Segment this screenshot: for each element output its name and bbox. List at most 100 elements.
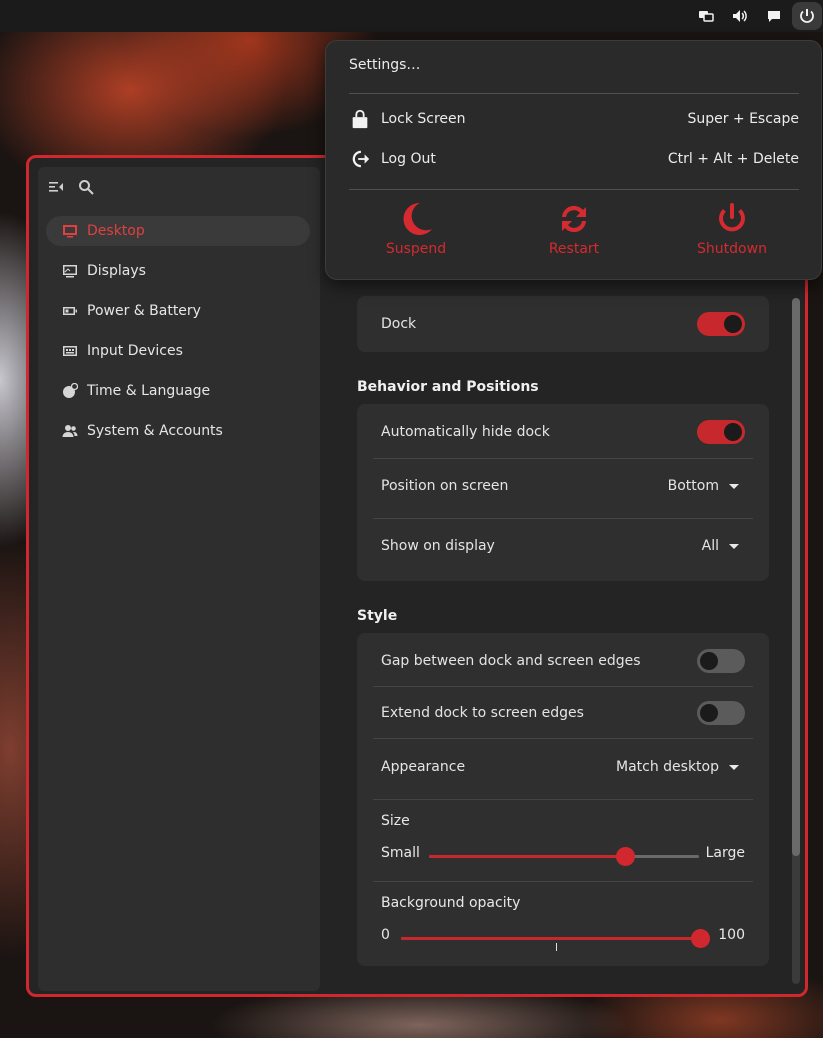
- logout-icon: [352, 150, 370, 168]
- opacity-slider-thumb[interactable]: [691, 929, 710, 948]
- lock-shortcut: Super + Escape: [687, 111, 799, 127]
- size-max-label: Large: [705, 845, 745, 861]
- chevron-down-icon: [729, 764, 739, 770]
- divider: [349, 189, 799, 190]
- extend-label: Extend dock to screen edges: [381, 705, 584, 721]
- opacity-label: Background opacity: [381, 895, 521, 911]
- size-slider-thumb[interactable]: [616, 847, 635, 866]
- sidebar-item-input-devices[interactable]: Input Devices: [46, 336, 310, 366]
- dock-row: Dock: [381, 312, 745, 336]
- gap-toggle[interactable]: [697, 649, 745, 673]
- logout-label: Log Out: [381, 151, 436, 167]
- dock-card: Dock: [357, 296, 769, 352]
- opacity-max-label: 100: [718, 927, 745, 943]
- size-slider-fill: [429, 855, 626, 858]
- suspend-button[interactable]: Suspend: [361, 201, 471, 257]
- gap-row: Gap between dock and screen edges: [381, 649, 745, 673]
- sidebar-item-label: System & Accounts: [87, 423, 223, 439]
- autohide-row: Automatically hide dock: [381, 420, 745, 444]
- sidebar-item-label: Input Devices: [87, 343, 183, 359]
- globe-icon: [63, 383, 78, 398]
- search-icon[interactable]: [78, 179, 94, 199]
- divider: [373, 881, 753, 882]
- position-label: Position on screen: [381, 478, 509, 494]
- settings-label: Settings…: [349, 57, 421, 73]
- sidebar-item-label: Displays: [87, 263, 146, 279]
- divider: [373, 518, 753, 519]
- opacity-slider[interactable]: [401, 929, 710, 951]
- power-icon[interactable]: [792, 2, 822, 30]
- logout-shortcut: Ctrl + Alt + Delete: [667, 151, 799, 167]
- chevron-down-icon: [729, 543, 739, 549]
- sidebar-item-label: Desktop: [87, 223, 145, 239]
- dock-label: Dock: [381, 316, 417, 332]
- size-min-label: Small: [381, 845, 420, 861]
- show-on-dropdown[interactable]: All: [702, 538, 739, 554]
- settings-window: Desktop Displays Power & Battery Input D…: [26, 155, 808, 997]
- opacity-slider-fill: [401, 937, 701, 940]
- collapse-sidebar-icon[interactable]: [48, 179, 64, 199]
- gap-label: Gap between dock and screen edges: [381, 653, 641, 669]
- size-label: Size: [381, 813, 410, 829]
- position-dropdown[interactable]: Bottom: [668, 478, 739, 494]
- restart-button[interactable]: Restart: [519, 201, 629, 257]
- log-out-item[interactable]: Log Out Ctrl + Alt + Delete: [349, 148, 799, 170]
- sidebar-item-time-language[interactable]: Time & Language: [46, 376, 310, 406]
- appearance-row: Appearance Match desktop: [381, 759, 745, 775]
- restart-label: Restart: [548, 241, 600, 257]
- divider: [349, 93, 799, 94]
- appearance-label: Appearance: [381, 759, 466, 775]
- power-menu: Settings… Lock Screen Super + Escape Log…: [325, 40, 822, 280]
- opacity-min-label: 0: [381, 927, 390, 943]
- divider: [373, 799, 753, 800]
- shutdown-button[interactable]: Shutdown: [677, 201, 787, 257]
- appearance-value: Match desktop: [615, 759, 719, 775]
- volume-icon[interactable]: [727, 5, 753, 27]
- scrollbar-thumb[interactable]: [792, 298, 800, 856]
- behavior-card: Automatically hide dock Position on scre…: [357, 404, 769, 581]
- sidebar-item-label: Power & Battery: [87, 303, 201, 319]
- position-row: Position on screen Bottom: [381, 478, 745, 494]
- shutdown-icon: [719, 203, 745, 232]
- autohide-label: Automatically hide dock: [381, 424, 550, 440]
- style-section-title: Style: [357, 608, 398, 624]
- lock-icon: [352, 109, 368, 129]
- sidebar-item-desktop[interactable]: Desktop: [46, 216, 310, 246]
- dock-toggle[interactable]: [697, 312, 745, 336]
- sidebar-item-power-battery[interactable]: Power & Battery: [46, 296, 310, 326]
- divider: [373, 738, 753, 739]
- sidebar-toolbar: [48, 179, 94, 199]
- lock-screen-item[interactable]: Lock Screen Super + Escape: [349, 108, 799, 130]
- appearance-dropdown[interactable]: Match desktop: [616, 759, 739, 775]
- extend-row: Extend dock to screen edges: [381, 701, 745, 725]
- position-value: Bottom: [667, 478, 719, 494]
- keyboard-icon: [63, 346, 77, 356]
- restart-icon: [562, 205, 586, 233]
- lock-label: Lock Screen: [381, 111, 466, 127]
- battery-icon: [63, 307, 77, 315]
- moon-icon: [403, 202, 432, 235]
- chevron-down-icon: [729, 483, 739, 489]
- sidebar: Desktop Displays Power & Battery Input D…: [38, 167, 320, 991]
- sidebar-item-label: Time & Language: [87, 383, 211, 399]
- sidebar-item-displays[interactable]: Displays: [46, 256, 310, 286]
- sidebar-item-system-accounts[interactable]: System & Accounts: [46, 416, 310, 446]
- size-slider[interactable]: [429, 847, 699, 866]
- show-on-row: Show on display All: [381, 538, 745, 554]
- behavior-section-title: Behavior and Positions: [357, 379, 539, 395]
- show-on-value: All: [701, 538, 719, 554]
- displays-icon: [63, 265, 77, 278]
- settings-menu-item[interactable]: Settings…: [349, 57, 799, 73]
- suspend-label: Suspend: [385, 241, 447, 257]
- shutdown-label: Shutdown: [697, 241, 767, 257]
- divider: [373, 458, 753, 459]
- extend-toggle[interactable]: [697, 701, 745, 725]
- opacity-mark: [556, 943, 557, 951]
- people-icon: [62, 425, 78, 437]
- style-card: Gap between dock and screen edges Extend…: [357, 633, 769, 966]
- monitor-icon: [63, 225, 77, 238]
- chat-icon[interactable]: [761, 5, 787, 27]
- network-icon[interactable]: [693, 5, 719, 27]
- content-scrollbar[interactable]: [792, 298, 800, 984]
- autohide-toggle[interactable]: [697, 420, 745, 444]
